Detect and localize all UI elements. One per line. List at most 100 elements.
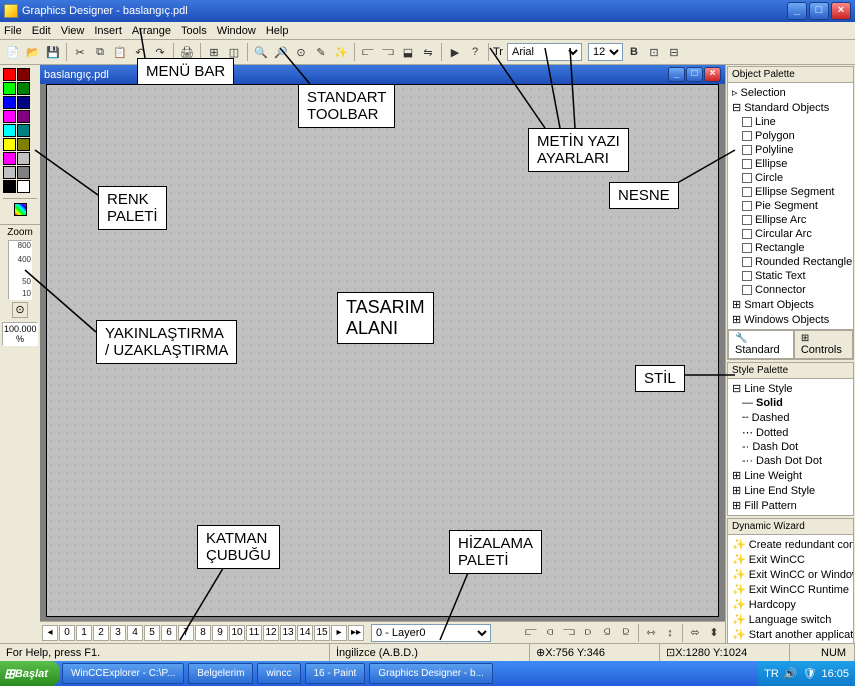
text-style-button[interactable]: ⊡ xyxy=(645,43,663,61)
open-button[interactable]: 📂 xyxy=(24,43,42,61)
color-swatch[interactable] xyxy=(3,152,16,165)
layer-button-11[interactable]: 11 xyxy=(246,625,262,641)
save-button[interactable]: 💾 xyxy=(44,43,62,61)
obj-ellipse[interactable]: Ellipse xyxy=(730,157,851,171)
align3-button[interactable]: ⬓ xyxy=(399,43,417,61)
style-dotted[interactable]: ⋯ Dotted xyxy=(730,425,851,440)
obj-connector[interactable]: Connector xyxy=(730,283,851,297)
tray-icon2[interactable]: 🛡 xyxy=(803,667,817,680)
start-button[interactable]: ⊞ Başlat xyxy=(0,661,60,686)
color-swatch[interactable] xyxy=(17,180,30,193)
taskbar-item[interactable]: wincc xyxy=(257,663,300,684)
wiz-item[interactable]: ✨ Exit WinCC xyxy=(730,552,851,567)
wiz-item[interactable]: ✨ Exit WinCC Runtime xyxy=(730,582,851,597)
align-left-button[interactable]: ⫍ xyxy=(522,624,540,642)
align-top-button[interactable]: ⫐ xyxy=(579,624,597,642)
tree-smart-objects[interactable]: ⊞Smart Objects xyxy=(730,297,851,312)
align2-button[interactable]: ⫎ xyxy=(379,43,397,61)
obj-rounded-rectangle[interactable]: Rounded Rectangle xyxy=(730,255,851,269)
wiz-item[interactable]: ✨ Language switch xyxy=(730,612,851,627)
tree-standard-objects[interactable]: ⊟Standard Objects xyxy=(730,100,851,115)
dist-h-button[interactable]: ⇿ xyxy=(642,624,660,642)
paste-button[interactable]: 📋 xyxy=(111,43,129,61)
minimize-button[interactable]: _ xyxy=(787,2,807,20)
layer-button-1[interactable]: 1 xyxy=(76,625,92,641)
layer-next-button[interactable]: ▸ xyxy=(331,625,347,641)
tree-windows-objects[interactable]: ⊞Windows Objects xyxy=(730,312,851,327)
color-swatch[interactable] xyxy=(3,166,16,179)
layer-button-6[interactable]: 6 xyxy=(161,625,177,641)
same-h-button[interactable]: ⬍ xyxy=(705,624,723,642)
dist-v-button[interactable]: ↕ xyxy=(661,624,679,642)
menu-window[interactable]: Window xyxy=(217,25,256,37)
obj-line[interactable]: Line xyxy=(730,115,851,129)
style-dashdot[interactable]: -· Dash Dot xyxy=(730,440,851,454)
color-swatch[interactable] xyxy=(3,124,16,137)
layer-button-7[interactable]: 7 xyxy=(178,625,194,641)
new-button[interactable]: 📄 xyxy=(4,43,22,61)
text-style2-button[interactable]: ⊟ xyxy=(665,43,683,61)
align-button[interactable]: ⫍ xyxy=(359,43,377,61)
wand-button[interactable]: ✨ xyxy=(332,43,350,61)
layer-button-9[interactable]: 9 xyxy=(212,625,228,641)
doc-close-button[interactable]: × xyxy=(704,67,721,82)
font-family-select[interactable]: Arial xyxy=(507,43,582,61)
layer-next2-button[interactable]: ▸▸ xyxy=(348,625,364,641)
style-dashed[interactable]: ╌ Dashed xyxy=(730,410,851,425)
obj-circular-arc[interactable]: Circular Arc xyxy=(730,227,851,241)
color-swatch[interactable] xyxy=(3,180,16,193)
color-swatch[interactable] xyxy=(17,152,30,165)
color-swatch[interactable] xyxy=(17,124,30,137)
style-solid[interactable]: — Solid xyxy=(730,396,851,410)
zoom-100-button[interactable]: ⊙ xyxy=(12,302,28,318)
tray-lang[interactable]: TR xyxy=(764,668,779,680)
taskbar-item[interactable]: WinCCExplorer - C:\P... xyxy=(62,663,184,684)
obj-ellipse-segment[interactable]: Ellipse Segment xyxy=(730,185,851,199)
taskbar-item[interactable]: 16 - Paint xyxy=(305,663,366,684)
layer-button-12[interactable]: 12 xyxy=(263,625,279,641)
align-right-button[interactable]: ⫎ xyxy=(560,624,578,642)
taskbar-item[interactable]: Graphics Designer - b... xyxy=(369,663,493,684)
tree-line-style[interactable]: ⊟ Line Style xyxy=(730,381,851,396)
menu-help[interactable]: Help xyxy=(266,25,289,37)
tree-line-end[interactable]: ⊞ Line End Style xyxy=(730,483,851,498)
layer-button-2[interactable]: 2 xyxy=(93,625,109,641)
layer-button-8[interactable]: 8 xyxy=(195,625,211,641)
color-swatch[interactable] xyxy=(3,82,16,95)
tree-fill-pattern[interactable]: ⊞ Fill Pattern xyxy=(730,498,851,513)
menu-tools[interactable]: Tools xyxy=(181,25,207,37)
bold-button[interactable]: B xyxy=(625,43,643,61)
cut-button[interactable]: ✂ xyxy=(71,43,89,61)
layer-button-10[interactable]: 10 xyxy=(229,625,245,641)
runtime-button[interactable]: ▶ xyxy=(446,43,464,61)
layer-button-15[interactable]: 15 xyxy=(314,625,330,641)
wiz-item[interactable]: ✨ Create redundant connection xyxy=(730,537,851,552)
wiz-item[interactable]: ✨ Start another application xyxy=(730,627,851,642)
obj-static-text[interactable]: Static Text xyxy=(730,269,851,283)
layer-button-3[interactable]: 3 xyxy=(110,625,126,641)
color-swatch[interactable] xyxy=(3,68,16,81)
layer-select[interactable]: 0 - Layer0 xyxy=(371,624,491,642)
obj-circle[interactable]: Circle xyxy=(730,171,851,185)
align-center-button[interactable]: ⫏ xyxy=(541,624,559,642)
zoom-out-button[interactable]: 🔎 xyxy=(272,43,290,61)
font-size-select[interactable]: 12 xyxy=(588,43,623,61)
same-w-button[interactable]: ⬄ xyxy=(686,624,704,642)
color-swatch[interactable] xyxy=(3,96,16,109)
maximize-button[interactable]: □ xyxy=(809,2,829,20)
menu-insert[interactable]: Insert xyxy=(94,25,122,37)
zoom-fit-button[interactable]: ⊙ xyxy=(292,43,310,61)
close-button[interactable]: × xyxy=(831,2,851,20)
color-swatch[interactable] xyxy=(3,110,16,123)
layer-button-4[interactable]: 4 xyxy=(127,625,143,641)
tab-standard[interactable]: 🔧 Standard xyxy=(728,330,794,359)
layer-button-13[interactable]: 13 xyxy=(280,625,296,641)
help-button[interactable]: ? xyxy=(466,43,484,61)
menu-view[interactable]: View xyxy=(61,25,85,37)
obj-polyline[interactable]: Polyline xyxy=(730,143,851,157)
doc-min-button[interactable]: _ xyxy=(668,67,685,82)
menu-edit[interactable]: Edit xyxy=(32,25,51,37)
layer-button-14[interactable]: 14 xyxy=(297,625,313,641)
obj-rectangle[interactable]: Rectangle xyxy=(730,241,851,255)
tree-line-weight[interactable]: ⊞ Line Weight xyxy=(730,468,851,483)
